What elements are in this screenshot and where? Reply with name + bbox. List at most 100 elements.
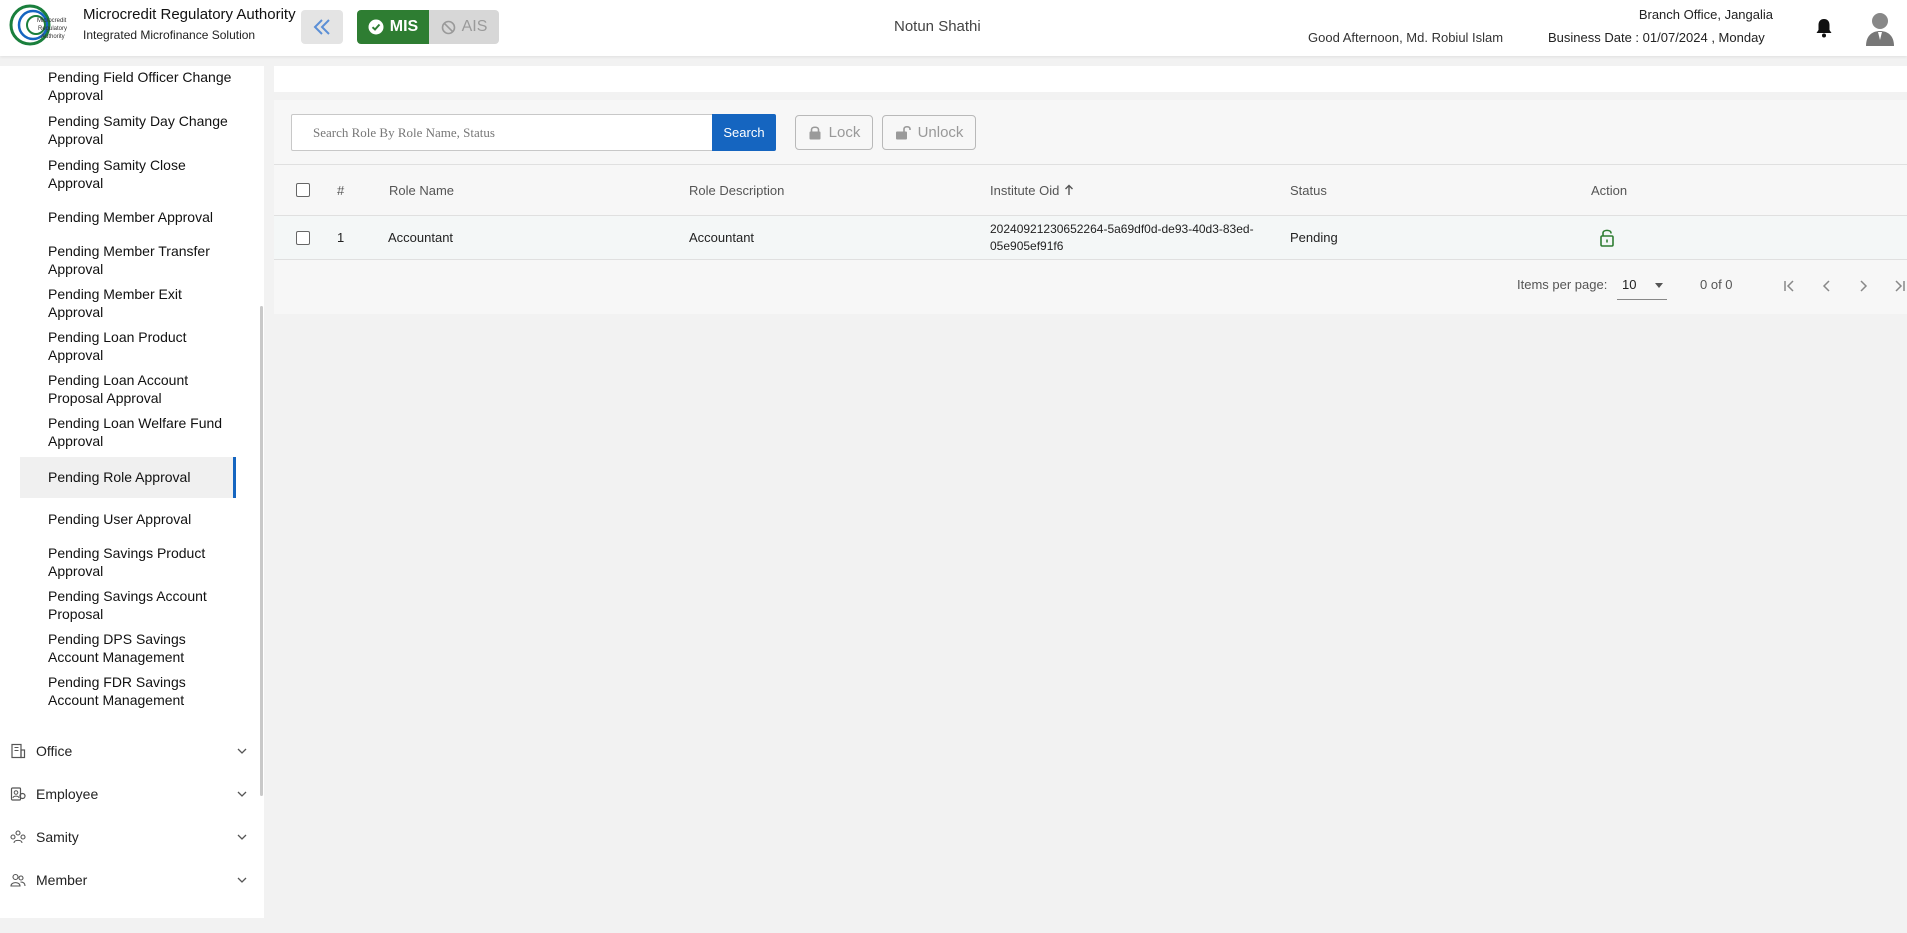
sidebar-item-pending-fdr-savings-account-management[interactable]: Pending FDR Savings Account Management — [20, 673, 236, 709]
brand-title: Microcredit Regulatory Authority — [83, 6, 296, 23]
first-page-button[interactable] — [1778, 274, 1802, 298]
svg-text:Microcredit: Microcredit — [37, 18, 67, 24]
check-circle-icon — [368, 19, 384, 35]
sidebar-item-pending-savings-product-approval[interactable]: Pending Savings Product Approval — [20, 544, 236, 580]
first-page-icon — [1784, 280, 1794, 292]
sidebar: Pending Field Officer Change Approval Pe… — [0, 66, 264, 918]
ais-toggle-button[interactable]: AIS — [429, 10, 499, 44]
sidebar-group-label: Member — [36, 872, 88, 888]
column-header-institute-oid[interactable]: Institute Oid — [990, 165, 1074, 215]
sidebar-scrollbar[interactable] — [260, 306, 263, 796]
column-header-index: # — [337, 182, 345, 198]
office-icon — [11, 743, 26, 759]
sidebar-item-pending-role-approval[interactable]: Pending Role Approval — [20, 457, 236, 498]
brand-subtitle: Integrated Microfinance Solution — [83, 28, 256, 42]
svg-text:Regulatory: Regulatory — [38, 26, 67, 32]
mis-toggle-button[interactable]: MIS — [357, 10, 429, 44]
unlock-icon[interactable] — [1599, 228, 1615, 247]
column-header-action: Action — [1591, 182, 1628, 198]
unlock-icon — [895, 125, 911, 140]
sidebar-item-pending-samity-close-approval[interactable]: Pending Samity Close Approval — [20, 156, 236, 192]
sidebar-group-label: Office — [36, 743, 73, 759]
row-institute-oid: 20240921230652264-5a69df0d-de93-40d3-83e… — [990, 216, 1254, 259]
unlock-button[interactable]: Unlock — [882, 115, 976, 150]
roles-table: # Role Name Role Description Institute O… — [274, 164, 1907, 260]
column-header-role-description[interactable]: Role Description — [689, 165, 784, 215]
notification-bell-icon[interactable] — [1814, 17, 1834, 39]
sidebar-group-label: Samity — [36, 829, 79, 845]
sidebar-item-pending-loan-account-proposal-approval[interactable]: Pending Loan Account Proposal Approval — [20, 371, 236, 407]
mis-label: MIS — [389, 18, 419, 35]
last-page-button[interactable] — [1887, 274, 1907, 298]
row-status: Pending — [1290, 230, 1338, 245]
greeting-text: Good Afternoon, Md. Robiul Islam — [1308, 30, 1504, 45]
chevron-down-icon — [237, 791, 247, 797]
block-icon — [441, 20, 455, 34]
sidebar-item-pending-savings-account-proposal[interactable]: Pending Savings Account Proposal — [20, 587, 236, 623]
next-page-button[interactable] — [1851, 274, 1875, 298]
chevron-right-icon — [1860, 280, 1868, 292]
items-per-page-label: Items per page: — [1517, 277, 1608, 292]
institute-oid-line-2: 05e905ef91f6 — [990, 238, 1064, 253]
column-header-role-name[interactable]: Role Name — [389, 165, 454, 215]
chevron-down-icon — [237, 748, 247, 754]
branch-name: Branch Office, Jangalia — [1638, 7, 1773, 22]
lock-label: Lock — [828, 124, 861, 141]
page-size-value: 10 — [1622, 277, 1637, 292]
sidebar-item-pending-member-approval[interactable]: Pending Member Approval — [20, 208, 236, 226]
chevron-down-icon — [237, 834, 247, 840]
sidebar-group-label: Employee — [36, 786, 99, 802]
sidebar-item-pending-member-transfer-approval[interactable]: Pending Member Transfer Approval — [20, 242, 236, 278]
sidebar-item-pending-user-approval[interactable]: Pending User Approval — [20, 510, 236, 528]
row-role-name: Accountant — [388, 230, 454, 245]
svg-text:Authority: Authority — [41, 34, 65, 40]
member-icon — [10, 873, 26, 887]
sidebar-group-employee[interactable]: Employee — [0, 775, 264, 813]
row-action-cell — [1599, 216, 1615, 259]
sidebar-item-pending-samity-day-change-approval[interactable]: Pending Samity Day Change Approval — [20, 112, 236, 148]
sidebar-group-samity[interactable]: Samity — [0, 818, 264, 856]
collapse-sidebar-button[interactable] — [301, 10, 343, 44]
samity-icon — [10, 830, 26, 844]
app-header: Microcredit Regulatory Authority Microcr… — [0, 0, 1907, 56]
lock-icon — [809, 126, 821, 140]
lock-button[interactable]: Lock — [795, 115, 873, 150]
page-top-strip — [274, 66, 1907, 92]
chevron-left-icon — [1822, 280, 1830, 292]
sort-ascending-icon — [1065, 184, 1074, 195]
search-button[interactable]: Search — [712, 114, 776, 151]
select-all-checkbox[interactable] — [296, 183, 310, 197]
sidebar-item-pending-loan-welfare-fund-approval[interactable]: Pending Loan Welfare Fund Approval — [20, 414, 236, 450]
select-all-cell — [296, 165, 310, 215]
row-role-description: Accountant — [689, 230, 755, 245]
mra-logo: Microcredit Regulatory Authority — [9, 4, 67, 46]
business-date: Business Date : 01/07/2024 , Monday — [1548, 30, 1765, 45]
chevron-down-icon — [237, 877, 247, 883]
sidebar-group-office[interactable]: Office — [0, 732, 264, 770]
column-header-status[interactable]: Status — [1290, 165, 1327, 215]
row-select-cell — [296, 216, 310, 259]
dropdown-caret-icon — [1655, 283, 1663, 288]
institute-oid-line-1: 20240921230652264-5a69df0d-de93-40d3-83e… — [990, 221, 1254, 236]
previous-page-button[interactable] — [1815, 274, 1839, 298]
last-page-icon — [1895, 280, 1905, 292]
sidebar-item-pending-member-exit-approval[interactable]: Pending Member Exit Approval — [20, 285, 236, 321]
user-avatar-icon[interactable] — [1864, 10, 1896, 46]
row-checkbox[interactable] — [296, 230, 310, 245]
column-header-institute-oid-label: Institute Oid — [990, 182, 1060, 198]
double-chevron-left-icon — [313, 19, 330, 35]
page-range: 0 of 0 — [1700, 277, 1733, 292]
sidebar-group-member[interactable]: Member — [0, 861, 264, 899]
ais-label: AIS — [461, 18, 488, 35]
sidebar-item-pending-dps-savings-account-management[interactable]: Pending DPS Savings Account Management — [20, 630, 236, 666]
page-size-select[interactable]: 10 — [1617, 270, 1667, 300]
row-index: 1 — [337, 230, 345, 245]
table-header: # Role Name Role Description Institute O… — [274, 164, 1907, 216]
unlock-label: Unlock — [917, 124, 964, 141]
employee-icon — [10, 787, 26, 801]
sidebar-item-pending-field-officer-change-approval[interactable]: Pending Field Officer Change Approval — [20, 68, 236, 104]
table-row: 1 Accountant Accountant 2024092123065226… — [274, 216, 1907, 260]
sidebar-item-pending-loan-product-approval[interactable]: Pending Loan Product Approval — [20, 328, 236, 364]
app-name: Notun Shathi — [894, 18, 981, 35]
role-search-input[interactable] — [291, 114, 713, 151]
